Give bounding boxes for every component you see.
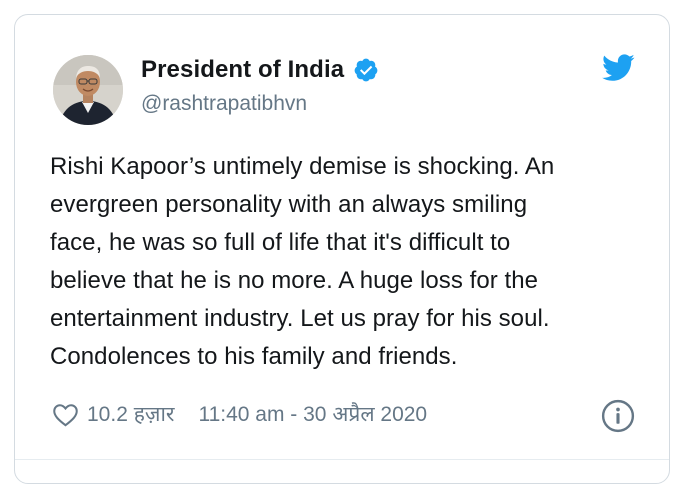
twitter-bird-icon[interactable] [602,53,635,83]
tweet-timestamp[interactable]: 11:40 am - 30 अप्रैल 2020 [198,400,427,428]
info-icon[interactable] [601,399,635,433]
tweet-footer: 10.2 हज़ार 11:40 am - 30 अप्रैल 2020 [52,400,427,428]
verified-badge-icon [354,58,378,82]
card-divider [15,459,669,460]
like-count[interactable]: 10.2 हज़ार [87,400,174,428]
author-display-name[interactable]: President of India [141,56,344,84]
author-name-row: President of India [141,56,379,84]
avatar[interactable] [53,55,123,125]
tweet-card: President of India @rashtrapatibhvn Rish… [14,14,670,484]
author-handle[interactable]: @rashtrapatibhvn [141,92,307,116]
heart-icon[interactable] [52,402,79,427]
tweet-text: Rishi Kapoor’s untimely demise is shocki… [50,153,555,370]
avatar-image [53,55,123,125]
